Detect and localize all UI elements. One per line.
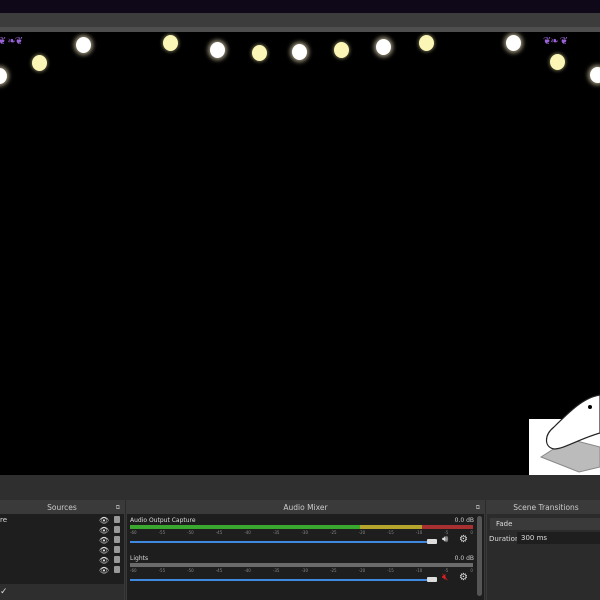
- gear-icon[interactable]: ⚙: [459, 572, 468, 583]
- tick-label: -25: [330, 568, 337, 573]
- undock-icon[interactable]: ⧉: [116, 501, 120, 514]
- source-item[interactable]: re 👁: [0, 515, 124, 525]
- source-item[interactable]: 👁: [0, 545, 124, 555]
- channel-db: 0.0 dB: [454, 555, 474, 562]
- tick-label: -50: [187, 530, 194, 535]
- speaker-icon[interactable]: 🔊︎: [442, 534, 448, 545]
- sources-dock: Sources ⧉ re 👁 👁 👁 👁 👁 👁 ✓: [0, 500, 125, 600]
- title-bar: [0, 0, 600, 13]
- tick-label: -10: [415, 568, 423, 573]
- tick-label: -15: [387, 568, 394, 573]
- volume-slider-handle[interactable]: [427, 539, 437, 544]
- tick-label: -35: [272, 568, 280, 573]
- light-bulb-icon: [292, 44, 307, 60]
- lock-icon[interactable]: [114, 556, 120, 563]
- light-bulb-icon: [590, 67, 600, 83]
- tick-label: 0: [470, 530, 473, 535]
- check-icon[interactable]: ✓: [0, 587, 8, 597]
- sources-title: Sources: [47, 503, 77, 512]
- tick-label: -15: [387, 530, 394, 535]
- lock-icon[interactable]: [114, 526, 120, 533]
- channel-name: Audio Output Capture: [130, 517, 196, 524]
- vine-decoration-icon: ❦❧ ❦: [543, 36, 568, 47]
- menu-bar: [0, 13, 600, 27]
- light-bulb-icon: [419, 35, 434, 51]
- meter-ticks: -60 -55 -50 -45 -40 -35 -30 -25 -20 -15 -10 -5 0: [130, 530, 473, 535]
- audio-mixer-dock: Audio Mixer ⧉ Audio Output Capture 0.0 dB…: [126, 500, 485, 600]
- source-toolbar: ✓: [0, 584, 124, 600]
- tick-label: -60: [130, 530, 137, 535]
- transition-select[interactable]: Fade: [490, 518, 600, 530]
- tick-label: -20: [358, 568, 366, 573]
- source-item[interactable]: 👁: [0, 535, 124, 545]
- tick-label: -30: [301, 530, 309, 535]
- tick-label: -50: [187, 568, 194, 573]
- channel-db: 0.0 dB: [454, 517, 474, 524]
- vine-decoration-icon: ❦ ❧❦: [0, 36, 23, 47]
- preview-canvas[interactable]: ❦ ❧❦ ❦❧ ❦: [0, 32, 600, 475]
- light-bulb-icon: [32, 55, 47, 71]
- light-bulb-icon: [334, 42, 349, 58]
- speaker-muted-icon[interactable]: 🔇︎: [442, 572, 448, 583]
- tick-label: -55: [158, 530, 166, 535]
- lock-icon[interactable]: [114, 546, 120, 553]
- light-bulb-icon: [550, 54, 565, 70]
- source-item[interactable]: 👁: [0, 565, 124, 575]
- light-bulb-icon: [0, 68, 7, 84]
- tick-label: 0: [470, 568, 473, 573]
- volume-meter-green: [130, 525, 360, 529]
- mixer-title: Audio Mixer: [283, 503, 328, 512]
- eye-icon[interactable]: 👁: [99, 566, 109, 576]
- tick-label: -30: [301, 568, 309, 573]
- light-bulb-icon: [163, 35, 178, 51]
- undock-icon[interactable]: ⧉: [476, 501, 480, 514]
- volume-meter: [130, 563, 473, 567]
- gear-icon[interactable]: ⚙: [459, 534, 468, 545]
- light-bulb-icon: [76, 37, 91, 53]
- dock-separator: [0, 475, 600, 500]
- light-bulb-icon: [506, 35, 521, 51]
- tick-label: -35: [272, 530, 280, 535]
- mixer-scrollbar[interactable]: [477, 516, 482, 596]
- meter-ticks: -60 -55 -50 -45 -40 -35 -30 -25 -20 -15 -10 -5 0: [130, 568, 473, 573]
- mascot-mousepad-image: [529, 394, 600, 475]
- volume-slider[interactable]: [130, 541, 435, 543]
- duration-input[interactable]: 300 ms: [517, 532, 600, 544]
- duration-label: Duration: [489, 535, 520, 543]
- tick-label: -40: [244, 530, 251, 535]
- volume-meter-red: [422, 525, 473, 529]
- lock-icon[interactable]: [114, 566, 120, 573]
- tick-label: -40: [244, 568, 251, 573]
- tick-label: -55: [158, 568, 166, 573]
- tick-label: -45: [215, 568, 223, 573]
- tick-label: -10: [415, 530, 423, 535]
- volume-meter-yellow: [360, 525, 422, 529]
- source-name: re: [0, 516, 8, 524]
- tick-label: -60: [130, 568, 137, 573]
- light-bulb-icon: [210, 42, 225, 58]
- light-bulb-icon: [252, 45, 267, 61]
- lock-icon[interactable]: [114, 516, 120, 523]
- lock-icon[interactable]: [114, 536, 120, 543]
- volume-slider-handle[interactable]: [427, 577, 437, 582]
- tick-label: -20: [358, 530, 366, 535]
- scene-transitions-dock: Scene Transitions Fade Duration 300 ms: [486, 500, 600, 600]
- source-item[interactable]: 👁: [0, 525, 124, 535]
- transitions-title: Scene Transitions: [513, 503, 579, 512]
- tick-label: -25: [330, 530, 337, 535]
- volume-slider[interactable]: [130, 579, 435, 581]
- light-bulb-icon: [376, 39, 391, 55]
- tick-label: -45: [215, 530, 223, 535]
- channel-name: Lights: [130, 555, 149, 562]
- source-item[interactable]: 👁: [0, 555, 124, 565]
